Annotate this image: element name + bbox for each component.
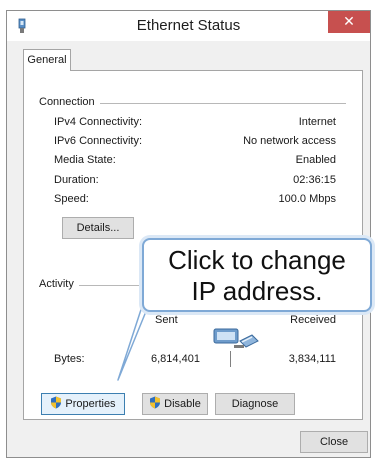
properties-label: Properties: [65, 398, 116, 410]
window-close-button[interactable]: ✕: [328, 11, 370, 33]
ipv6-label: IPv6 Connectivity:: [54, 135, 143, 147]
ipv4-label: IPv4 Connectivity:: [54, 116, 143, 128]
received-label: Received: [290, 314, 336, 326]
activity-group-label: Activity: [39, 278, 79, 290]
duration-value: 02:36:15: [293, 174, 336, 186]
ipv6-value: No network access: [243, 135, 336, 147]
row-speed: Speed: 100.0 Mbps: [54, 193, 336, 209]
uac-shield-icon: [51, 396, 62, 409]
title-bar: Ethernet Status ✕: [7, 11, 370, 41]
bytes-sent-value: 6,814,401: [151, 353, 200, 365]
speed-label: Speed:: [54, 193, 89, 205]
callout-line-1: Click to change: [168, 245, 346, 275]
bytes-divider: [230, 351, 231, 367]
details-button[interactable]: Details...: [62, 217, 134, 239]
diagnose-button[interactable]: Diagnose: [215, 393, 295, 415]
callout-line-2: IP address.: [191, 276, 323, 306]
uac-shield-icon: [150, 396, 161, 409]
network-computers-icon: [213, 328, 259, 348]
row-ipv4: IPv4 Connectivity: Internet: [54, 116, 336, 132]
speed-value: 100.0 Mbps: [278, 193, 336, 205]
connection-group-label: Connection: [39, 96, 100, 108]
disable-label: Disable: [164, 398, 201, 410]
media-state-value: Enabled: [295, 154, 336, 166]
tab-general[interactable]: General: [23, 49, 71, 71]
bytes-label: Bytes:: [54, 353, 85, 365]
instruction-callout: Click to change IP address.: [142, 238, 372, 312]
sent-label: Sent: [155, 314, 178, 326]
row-duration: Duration: 02:36:15: [54, 174, 336, 190]
bytes-received-value: 3,834,111: [288, 353, 336, 365]
duration-label: Duration:: [54, 174, 99, 186]
row-media-state: Media State: Enabled: [54, 154, 336, 170]
media-state-label: Media State:: [54, 154, 116, 166]
disable-button[interactable]: Disable: [142, 393, 208, 415]
row-ipv6: IPv6 Connectivity: No network access: [54, 135, 336, 151]
ipv4-value: Internet: [298, 116, 336, 128]
window-title: Ethernet Status: [136, 17, 241, 34]
close-button[interactable]: Close: [300, 431, 368, 453]
ethernet-status-window: Ethernet Status ✕ General Connection IPv…: [6, 10, 371, 458]
properties-button[interactable]: Properties: [41, 393, 125, 415]
